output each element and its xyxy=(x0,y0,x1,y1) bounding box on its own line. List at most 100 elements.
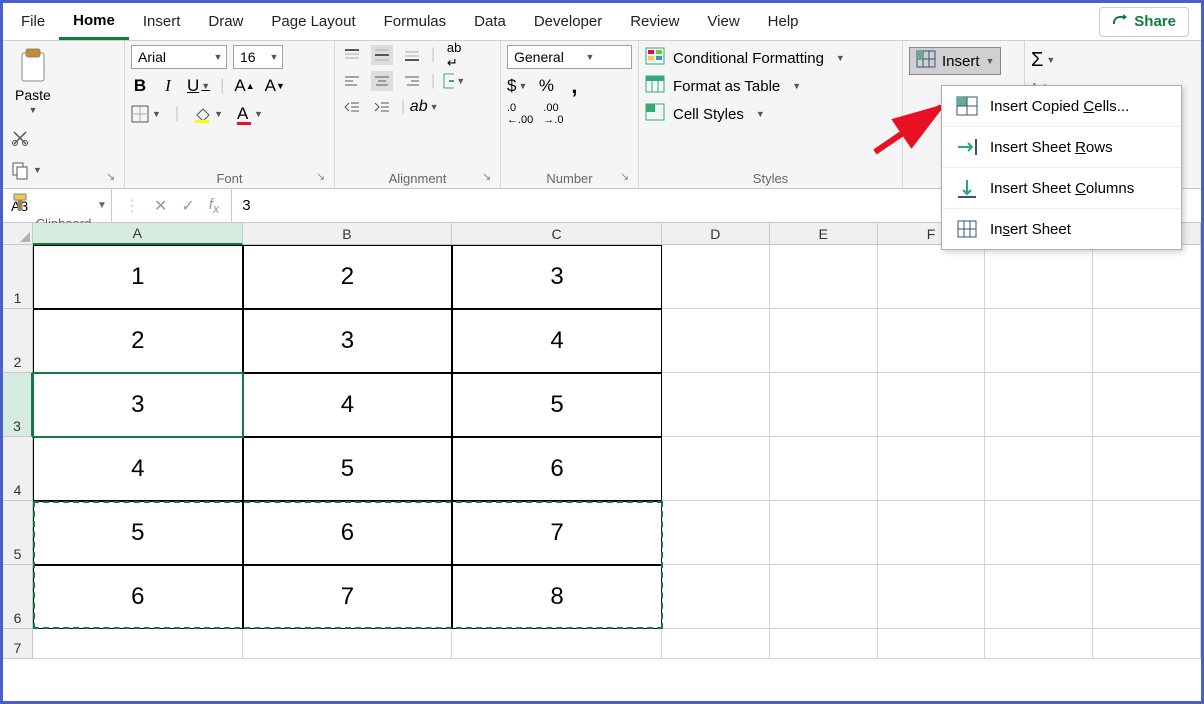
align-middle-button[interactable] xyxy=(371,45,393,65)
row-header-4[interactable]: 4 xyxy=(3,437,33,501)
cell[interactable] xyxy=(985,437,1093,501)
tab-help[interactable]: Help xyxy=(754,5,813,38)
dialog-launcher-icon[interactable]: ↘ xyxy=(620,170,634,184)
conditional-formatting-button[interactable]: Conditional Formatting ▼ xyxy=(645,47,896,69)
cell[interactable] xyxy=(33,629,243,659)
chevron-down-icon[interactable]: ▼ xyxy=(266,52,282,62)
cell[interactable] xyxy=(985,501,1093,565)
cell[interactable]: 7 xyxy=(243,565,453,629)
cell[interactable]: 5 xyxy=(33,501,243,565)
column-header-a[interactable]: A xyxy=(33,223,243,245)
wrap-text-button[interactable]: ab↵ xyxy=(443,45,465,65)
row-header-6[interactable]: 6 xyxy=(3,565,33,629)
fill-color-button[interactable]: ▼ xyxy=(193,103,223,125)
tab-insert[interactable]: Insert xyxy=(129,5,195,38)
cell[interactable] xyxy=(770,309,878,373)
cell[interactable] xyxy=(662,629,770,659)
decrease-font-button[interactable]: A▼ xyxy=(265,75,285,97)
fx-icon[interactable]: fx xyxy=(209,196,219,216)
cell[interactable]: 6 xyxy=(33,565,243,629)
chevron-down-icon[interactable]: ▼ xyxy=(210,52,226,62)
cell[interactable]: 4 xyxy=(33,437,243,501)
insert-copied-cells-item[interactable]: Insert Copied Cells... xyxy=(942,86,1181,127)
insert-sheet-rows-item[interactable]: Insert Sheet Rows xyxy=(942,127,1181,168)
align-top-button[interactable] xyxy=(341,45,363,65)
cancel-formula-button[interactable]: ✕ xyxy=(154,196,167,216)
align-left-button[interactable] xyxy=(341,71,363,91)
paste-button[interactable]: Paste ▼ xyxy=(9,45,57,117)
cell[interactable] xyxy=(662,437,770,501)
row-header-7[interactable]: 7 xyxy=(3,629,33,659)
font-size-combo[interactable]: ▼ xyxy=(233,45,283,69)
tab-data[interactable]: Data xyxy=(460,5,520,38)
cell[interactable]: 2 xyxy=(33,309,243,373)
align-center-button[interactable] xyxy=(371,71,393,91)
cell[interactable] xyxy=(1093,437,1201,501)
cell[interactable] xyxy=(985,629,1093,659)
cell[interactable]: 6 xyxy=(452,437,662,501)
cell[interactable] xyxy=(662,245,770,309)
row-header-2[interactable]: 2 xyxy=(3,309,33,373)
cell-selected[interactable]: 3 xyxy=(33,373,243,437)
cell[interactable] xyxy=(878,245,986,309)
cell[interactable]: 6 xyxy=(243,501,453,565)
tab-page-layout[interactable]: Page Layout xyxy=(257,5,369,38)
insert-sheet-columns-item[interactable]: Insert Sheet Columns xyxy=(942,168,1181,209)
cell[interactable] xyxy=(878,437,986,501)
increase-decimal-button[interactable]: .0←.00 xyxy=(507,103,533,125)
cell[interactable] xyxy=(878,309,986,373)
font-name-input[interactable] xyxy=(132,49,210,65)
cell[interactable] xyxy=(878,501,986,565)
cell[interactable]: 5 xyxy=(452,373,662,437)
increase-indent-button[interactable] xyxy=(371,97,393,117)
number-format-input[interactable] xyxy=(508,49,582,65)
cell[interactable] xyxy=(985,565,1093,629)
cell-styles-button[interactable]: Cell Styles ▼ xyxy=(645,103,896,125)
tab-file[interactable]: File xyxy=(7,5,59,38)
percent-button[interactable]: % xyxy=(537,75,555,97)
align-right-button[interactable] xyxy=(401,71,423,91)
format-painter-button[interactable] xyxy=(9,191,31,213)
tab-review[interactable]: Review xyxy=(616,5,693,38)
cell[interactable]: 4 xyxy=(243,373,453,437)
cell[interactable] xyxy=(1093,501,1201,565)
dialog-launcher-icon[interactable]: ↘ xyxy=(482,170,496,184)
format-as-table-button[interactable]: Format as Table ▼ xyxy=(645,75,896,97)
cell[interactable]: 2 xyxy=(243,245,453,309)
cell[interactable]: 4 xyxy=(452,309,662,373)
increase-font-button[interactable]: A▲ xyxy=(234,75,254,97)
orientation-button[interactable]: ab▼ xyxy=(413,97,435,117)
cell[interactable] xyxy=(1093,309,1201,373)
cell[interactable] xyxy=(770,565,878,629)
row-header-3[interactable]: 3 xyxy=(3,373,33,437)
tab-home[interactable]: Home xyxy=(59,4,129,40)
cell[interactable]: 1 xyxy=(33,245,243,309)
cell[interactable] xyxy=(770,437,878,501)
column-header-b[interactable]: B xyxy=(243,223,453,245)
share-button[interactable]: Share xyxy=(1099,7,1189,37)
cell[interactable] xyxy=(878,565,986,629)
font-color-button[interactable]: A ▼ xyxy=(237,103,263,125)
borders-button[interactable]: ▼ xyxy=(131,103,161,125)
font-name-combo[interactable]: ▼ xyxy=(131,45,227,69)
insert-cells-button[interactable]: Insert ▼ xyxy=(909,47,1001,75)
column-header-e[interactable]: E xyxy=(770,223,878,245)
select-all-corner[interactable] xyxy=(3,223,33,245)
row-header-5[interactable]: 5 xyxy=(3,501,33,565)
chevron-down-icon[interactable]: ▼ xyxy=(582,52,598,62)
merge-center-button[interactable]: ▼ xyxy=(443,71,465,91)
cell[interactable] xyxy=(878,373,986,437)
cell[interactable] xyxy=(985,309,1093,373)
cell[interactable] xyxy=(1093,373,1201,437)
dialog-launcher-icon[interactable]: ↘ xyxy=(106,170,120,184)
cell[interactable] xyxy=(662,373,770,437)
cell[interactable]: 5 xyxy=(243,437,453,501)
number-format-combo[interactable]: ▼ xyxy=(507,45,632,69)
column-header-d[interactable]: D xyxy=(662,223,770,245)
cell[interactable] xyxy=(770,501,878,565)
tab-draw[interactable]: Draw xyxy=(194,5,257,38)
cell[interactable] xyxy=(662,565,770,629)
cell[interactable]: 8 xyxy=(452,565,662,629)
cell[interactable] xyxy=(770,245,878,309)
tab-developer[interactable]: Developer xyxy=(520,5,616,38)
